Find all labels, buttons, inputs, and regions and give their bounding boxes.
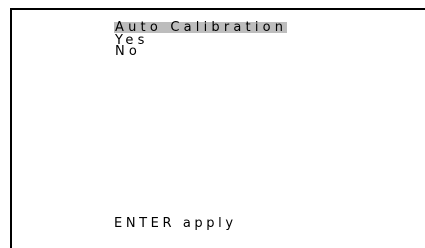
footer-hint-enter-apply: ENTER apply — [114, 216, 237, 231]
auto-calibration-menu: Auto Calibration Yes No — [114, 16, 288, 58]
menu-option-no[interactable]: No — [114, 45, 287, 58]
menu-title-auto-calibration: Auto Calibration — [114, 20, 288, 35]
